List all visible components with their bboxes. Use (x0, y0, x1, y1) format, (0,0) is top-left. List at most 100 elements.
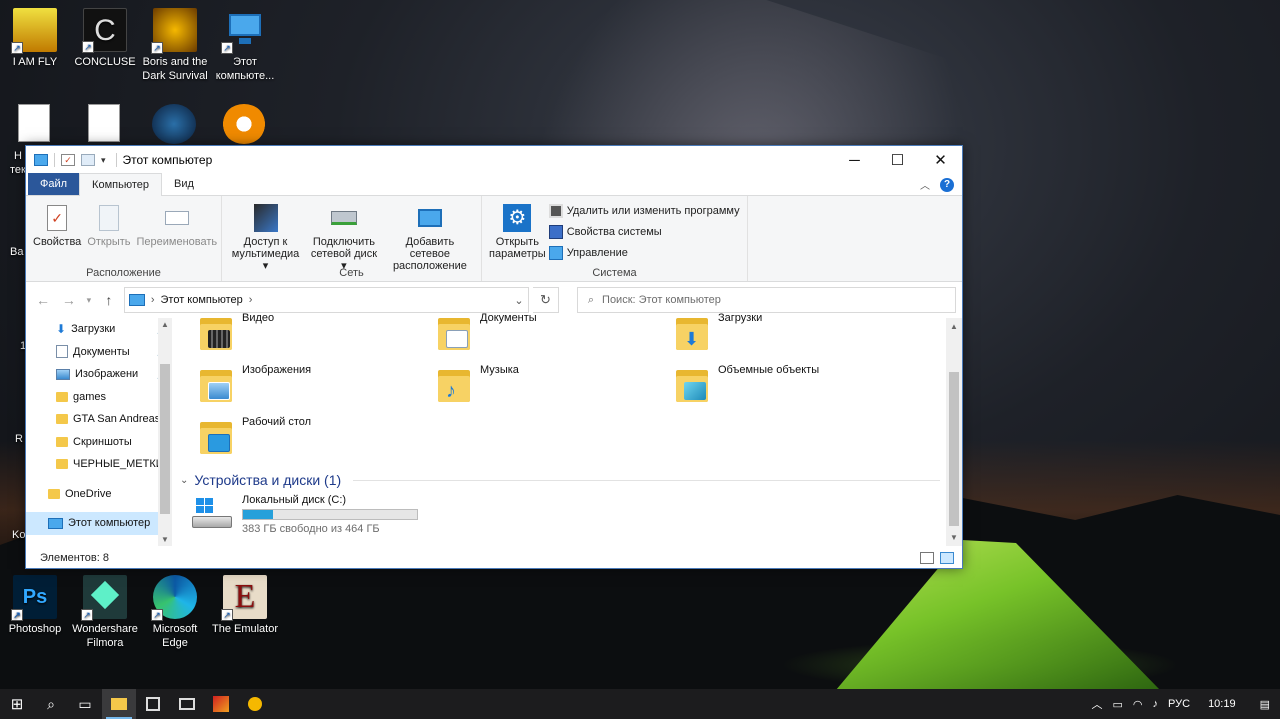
refresh-button[interactable]: ↻ (532, 287, 559, 313)
details-view-icon[interactable] (920, 552, 934, 564)
tab-view[interactable]: Вид (162, 173, 206, 195)
folder-music[interactable]: ♪ Музыка (436, 364, 674, 414)
properties-icon[interactable]: ✓ (61, 154, 75, 166)
desktop-icon-steam[interactable] (152, 104, 196, 144)
notifications-icon[interactable]: ▤ (1260, 698, 1270, 711)
desktop-icon-photoshop[interactable]: Ps ↗ Photoshop (0, 575, 70, 636)
desktop-icon-filmora[interactable]: ↗ Wondershare Filmora (70, 575, 140, 650)
nav-item-documents[interactable]: Документы 📌 (26, 341, 172, 364)
network-location-icon (415, 202, 445, 234)
folder-downloads[interactable]: ⬇ Загрузки (674, 312, 912, 362)
task-view-icon[interactable]: ▭ (68, 689, 102, 719)
language-indicator[interactable]: РУС (1168, 698, 1190, 710)
desktop-icon-edge[interactable]: ↗ Microsoft Edge (140, 575, 210, 650)
nav-item-label: Документы (73, 345, 130, 358)
drive-c[interactable]: Локальный диск (C:) 383 ГБ свободно из 4… (192, 494, 418, 535)
collapse-chevron-icon[interactable]: ⌄ (180, 475, 188, 486)
desktop-icon-i-am-fly[interactable]: ↗ I AM FLY (0, 8, 70, 69)
title-bar: ✓ ▾ Этот компьютер ─ ☐ ✕ (26, 146, 962, 174)
maximize-button[interactable]: ☐ (876, 146, 919, 174)
breadcrumb[interactable]: Этот компьютер (161, 294, 243, 306)
nav-item-label: OneDrive (65, 487, 112, 500)
computer-icon[interactable] (34, 154, 48, 166)
windows-drive-icon (192, 494, 232, 530)
desktop-icon-concluse[interactable]: C ↗ CONCLUSE (70, 8, 140, 69)
ribbon-group-label: Расположение (86, 267, 161, 279)
breadcrumb-separator: › (248, 294, 253, 306)
recent-dropdown-icon[interactable]: ▾ (84, 295, 94, 306)
nav-item-downloads[interactable]: ⬇ Загрузки 📌 (26, 318, 172, 341)
qa-dropdown-icon[interactable]: ▾ (101, 155, 106, 166)
search-icon[interactable]: ⌕ (34, 689, 68, 719)
folder-pictures[interactable]: Изображения (198, 364, 436, 414)
desktop-icon-document-2[interactable] (88, 104, 120, 142)
scroll-down-icon[interactable]: ▼ (158, 535, 172, 544)
desktop-icon-document-1[interactable] (18, 104, 50, 142)
large-icons-view-icon[interactable] (940, 552, 954, 564)
close-button[interactable]: ✕ (919, 146, 962, 174)
uninstall-program-button[interactable]: Удалить или изменить программу (548, 202, 740, 220)
photos-taskbar-icon[interactable] (170, 689, 204, 719)
app-taskbar-icon[interactable] (238, 689, 272, 719)
nav-item-screenshots[interactable]: Скриншоты (26, 431, 172, 454)
scroll-up-icon[interactable]: ▲ (946, 322, 962, 331)
up-button[interactable]: ↑ (98, 292, 120, 308)
ribbon-right-controls: ︿ ? (920, 177, 954, 192)
desktop-icon-label: Photoshop (8, 623, 62, 635)
collapse-ribbon-icon[interactable]: ︿ (920, 177, 930, 192)
volume-icon[interactable]: ♪ (1153, 698, 1159, 710)
nav-item-gta[interactable]: GTA San Andreas (26, 408, 172, 431)
folder-label: Рабочий стол (242, 416, 312, 428)
start-button[interactable]: ⊞ (0, 689, 34, 719)
nav-scroll-thumb[interactable] (160, 364, 170, 514)
file-explorer-taskbar-icon[interactable] (102, 689, 136, 719)
nav-item-this-pc[interactable]: Этот компьютер (26, 512, 172, 535)
nav-scrollbar[interactable]: ▲ ▼ (158, 318, 172, 546)
pictures-folder-icon (198, 368, 234, 404)
ribbon-group-system: ⚙ Открыть параметры Удалить или изменить… (482, 196, 748, 281)
address-bar[interactable]: › Этот компьютер › ⌄ (123, 287, 529, 313)
nav-item-label: Скриншоты (73, 435, 132, 448)
content-scrollbar[interactable]: ▲ ▼ (946, 318, 962, 546)
game-icon: ↗ (11, 8, 57, 54)
folder-desktop[interactable]: Рабочий стол (198, 416, 436, 466)
nav-item-onedrive[interactable]: OneDrive (26, 483, 172, 506)
forward-button[interactable]: → (58, 292, 80, 308)
desktop-folder-icon (198, 420, 234, 456)
rename-icon (162, 202, 192, 234)
search-input[interactable]: ⌕ Поиск: Этот компьютер (576, 287, 957, 313)
content-scroll-thumb[interactable] (949, 372, 959, 526)
scroll-down-icon[interactable]: ▼ (946, 533, 962, 542)
store-taskbar-icon[interactable] (136, 689, 170, 719)
tab-computer[interactable]: Компьютер (79, 173, 162, 196)
folder-documents[interactable]: Документы (436, 312, 674, 362)
nav-item-black-marks[interactable]: ЧЕРНЫЕ_МЕТКИ (26, 453, 172, 476)
devices-section-header[interactable]: ⌄ Устройства и диски (1) (180, 472, 940, 488)
manage-button[interactable]: Управление (548, 244, 740, 262)
help-icon[interactable]: ? (940, 177, 954, 192)
game-taskbar-icon[interactable] (204, 689, 238, 719)
new-folder-icon[interactable] (81, 154, 95, 166)
wifi-icon[interactable]: ◠ (1133, 698, 1143, 711)
address-dropdown-icon[interactable]: ⌄ (510, 294, 528, 307)
status-bar: Элементов: 8 (26, 546, 962, 570)
desktop-icon-emulator[interactable]: E ↗ The Emulator (210, 575, 280, 636)
system-properties-button[interactable]: Свойства системы (548, 223, 740, 241)
folder-3d-objects[interactable]: Объемные объекты (674, 364, 912, 414)
scroll-up-icon[interactable]: ▲ (158, 320, 172, 329)
desktop-icon-this-pc[interactable]: ↗ Этот компьюте... (210, 8, 280, 83)
nav-item-pictures[interactable]: Изображени 📌 (26, 363, 172, 386)
back-button[interactable]: ← (32, 292, 54, 308)
tab-file[interactable]: Файл (28, 173, 80, 195)
desktop-icon-blender[interactable] (222, 104, 266, 144)
window-controls: ─ ☐ ✕ (833, 146, 962, 174)
battery-icon[interactable]: ▭ (1113, 698, 1123, 711)
folder-video[interactable]: Видео (198, 312, 436, 362)
clock[interactable]: 10:19 (1208, 698, 1236, 710)
nav-item-games[interactable]: games (26, 386, 172, 409)
filmora-icon: ↗ (81, 575, 127, 621)
tray-expand-icon[interactable]: ︿ (1092, 696, 1103, 712)
desktop-icon-boris[interactable]: ↗ Boris and the Dark Survival (140, 8, 210, 83)
nav-item-label: ЧЕРНЫЕ_МЕТКИ (73, 458, 164, 471)
minimize-button[interactable]: ─ (833, 146, 876, 174)
